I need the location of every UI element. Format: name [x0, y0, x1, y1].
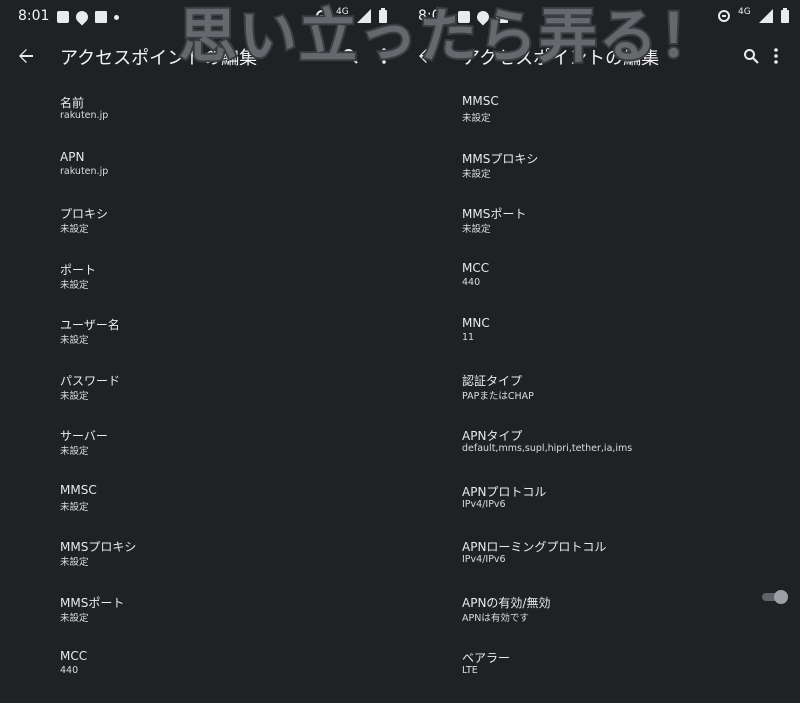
- setting-value: default,mms,supl,hipri,tether,ia,ims: [462, 443, 633, 454]
- setting-mms-proxy[interactable]: MMSプロキシ 未設定: [0, 530, 400, 586]
- setting-mms-port[interactable]: MMSポート 未設定: [0, 586, 400, 642]
- setting-name[interactable]: 名前 rakuten.jp: [0, 86, 400, 142]
- watermark-text: 思い立ったら弄る！: [179, 2, 719, 70]
- setting-label: APN: [60, 149, 85, 164]
- setting-apn[interactable]: APN rakuten.jp: [0, 142, 400, 198]
- setting-proxy[interactable]: プロキシ 未設定: [0, 197, 400, 253]
- setting-apn-protocol[interactable]: APNプロトコル IPv4/IPv6: [400, 475, 800, 531]
- setting-value: 未設定: [60, 335, 89, 346]
- setting-label: ポート: [60, 262, 97, 277]
- setting-mmsc[interactable]: MMSC 未設定: [0, 475, 400, 531]
- apn-settings-list: 名前 rakuten.jp APN rakuten.jp プロキシ 未設定 ポート 未設…: [0, 86, 400, 697]
- setting-label: MNC: [462, 316, 490, 330]
- setting-value: LTE: [462, 665, 478, 676]
- setting-label: 認証タイプ: [462, 373, 523, 388]
- setting-label: サーバー: [60, 429, 108, 443]
- setting-value: 未設定: [60, 224, 89, 235]
- watermark-logo-image: 思い立ったら弄る！: [177, 0, 719, 72]
- setting-label: APNプロトコル: [462, 484, 547, 499]
- setting-mnc[interactable]: MNC 11: [400, 308, 800, 364]
- setting-label: プロキシ: [60, 207, 109, 221]
- more-notifications-dot-icon: [114, 14, 119, 20]
- setting-mms-proxy[interactable]: MMSプロキシ 未設定: [400, 142, 800, 198]
- setting-label: 名前: [60, 96, 85, 110]
- setting-apn-enable[interactable]: APNの有効/無効 APNは有効です: [400, 586, 800, 642]
- setting-apn-type[interactable]: APNタイプ default,mms,supl,hipri,tether,ia,i…: [400, 419, 800, 475]
- setting-label: MMSポート: [60, 595, 125, 610]
- setting-value: rakuten.jp: [60, 165, 109, 177]
- setting-value: 未設定: [462, 224, 491, 235]
- setting-label: APNローミングプロトコル: [462, 540, 607, 554]
- apn-enable-toggle[interactable]: [762, 589, 788, 604]
- setting-mms-port[interactable]: MMSポート 未設定: [400, 197, 800, 253]
- setting-label: ベアラー: [462, 651, 511, 665]
- setting-value: IPv4/IPv6: [462, 498, 506, 510]
- setting-value: 未設定: [60, 446, 89, 457]
- setting-mcc[interactable]: MCC 440: [400, 253, 800, 309]
- setting-label: MMSポート: [462, 207, 527, 221]
- apn-edit-screen-left: 8:01 4G アクセスポイントの編集 名前 rakuten.jp APN ra…: [0, 0, 400, 703]
- setting-mmsc[interactable]: MMSC 未設定: [400, 86, 800, 142]
- setting-label: MMSC: [60, 482, 97, 497]
- setting-value: 440: [462, 276, 481, 288]
- setting-label: APNの有効/無効: [462, 595, 551, 610]
- watermark-logo: 思い立ったら弄る！: [175, 0, 787, 72]
- setting-label: パスワード: [60, 373, 121, 388]
- setting-value: 11: [462, 332, 475, 343]
- setting-value: 440: [60, 665, 79, 676]
- setting-bearer[interactable]: ベアラー LTE: [400, 641, 800, 697]
- apn-edit-screen-right: 8:01 4G アクセスポイントの編集 MMSC 未設定 MMSプロキシ 未設定…: [400, 0, 800, 703]
- setting-value: PAPまたはCHAP: [462, 390, 534, 402]
- status-time: 8:01: [18, 8, 50, 24]
- setting-value: APNは有効です: [462, 612, 529, 624]
- setting-label: ユーザー名: [60, 318, 120, 332]
- setting-value: 未設定: [60, 557, 89, 568]
- setting-server[interactable]: サーバー 未設定: [0, 419, 400, 475]
- setting-label: APNタイプ: [462, 429, 523, 443]
- setting-value: 未設定: [60, 501, 89, 513]
- setting-auth-type[interactable]: 認証タイプ PAPまたはCHAP: [400, 364, 800, 420]
- location-pin-icon: [73, 8, 91, 26]
- setting-value: 未設定: [462, 113, 491, 124]
- notification-icons: [57, 8, 126, 26]
- setting-value: 未設定: [60, 390, 89, 402]
- setting-value: 未設定: [462, 168, 491, 180]
- setting-value: IPv4/IPv6: [462, 554, 506, 565]
- setting-username[interactable]: ユーザー名 未設定: [0, 308, 400, 364]
- setting-value: rakuten.jp: [60, 110, 109, 121]
- arrow-back-icon: [19, 49, 33, 63]
- setting-label: MCC: [60, 649, 88, 663]
- setting-label: MMSC: [462, 94, 499, 108]
- setting-label: MMSプロキシ: [60, 540, 137, 554]
- setting-password[interactable]: パスワード 未設定: [0, 364, 400, 420]
- setting-value: 未設定: [60, 612, 89, 624]
- setting-mcc[interactable]: MCC 440: [0, 641, 400, 697]
- setting-label: MCC: [462, 260, 490, 275]
- message-icon: [57, 11, 69, 23]
- setting-value: 未設定: [60, 279, 89, 291]
- toggle-thumb: [774, 589, 788, 604]
- apn-settings-list: MMSC 未設定 MMSプロキシ 未設定 MMSポート 未設定 MCC 440 MNC 1…: [400, 86, 800, 697]
- setting-apn-roaming-protocol[interactable]: APNローミングプロトコル IPv4/IPv6: [400, 530, 800, 586]
- mail-icon: [95, 11, 107, 23]
- setting-port[interactable]: ポート 未設定: [0, 253, 400, 309]
- setting-label: MMSプロキシ: [462, 151, 539, 166]
- back-button[interactable]: [14, 44, 38, 68]
